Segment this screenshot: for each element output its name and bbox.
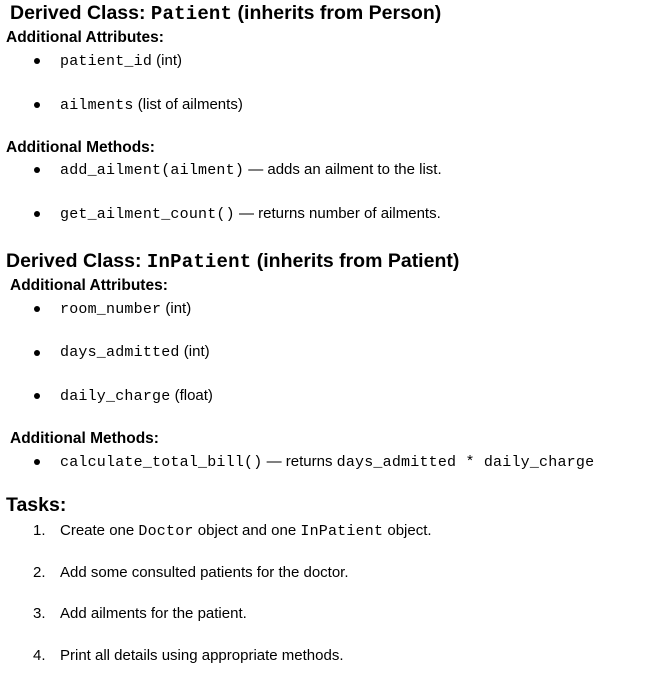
method-code: get_ailment_count()	[60, 206, 235, 223]
bullet-icon	[34, 459, 40, 465]
list-item: patient_id (int)	[60, 52, 182, 70]
method-desc: — adds an ailment to the list.	[244, 161, 442, 178]
attribute-code: patient_id	[60, 53, 153, 70]
task-item: Add ailments for the patient.	[60, 605, 247, 622]
task-code: Doctor	[138, 523, 194, 540]
heading-code: Patient	[150, 3, 233, 25]
bullet-icon	[34, 102, 40, 108]
task-text: Create one	[60, 522, 139, 539]
task-number: 4.	[33, 647, 46, 664]
task-text: object and one	[193, 522, 301, 539]
method-code: add_ailment(ailment)	[60, 162, 245, 179]
patient-attributes-label: Additional Attributes:	[6, 29, 164, 46]
attribute-desc: (float)	[170, 387, 213, 404]
list-item: get_ailment_count() — returns number of …	[60, 205, 441, 223]
inpatient-class-heading: Derived Class: InPatient (inherits from …	[6, 250, 459, 273]
task-text: object.	[383, 522, 432, 539]
heading-suffix: (inherits from Patient)	[251, 250, 460, 272]
bullet-icon	[34, 306, 40, 312]
task-number: 1.	[33, 522, 46, 539]
bullet-icon	[34, 393, 40, 399]
attribute-code: room_number	[60, 301, 162, 318]
list-item: daily_charge (float)	[60, 387, 213, 405]
attribute-code: daily_charge	[60, 388, 171, 405]
method-code: calculate_total_bill()	[60, 454, 263, 471]
inpatient-methods-label: Additional Methods:	[10, 430, 159, 447]
list-item: ailments (list of ailments)	[60, 96, 243, 114]
bullet-icon	[34, 58, 40, 64]
task-number: 3.	[33, 605, 46, 622]
method-desc: — returns	[262, 453, 337, 470]
method-formula: days_admitted * daily_charge	[336, 454, 595, 471]
heading-prefix: Derived Class:	[6, 250, 147, 272]
attribute-desc: (int)	[152, 52, 183, 69]
patient-class-heading: Derived Class: Patient (inherits from Pe…	[10, 2, 441, 25]
attribute-desc: (int)	[179, 343, 210, 360]
heading-code: InPatient	[146, 251, 252, 273]
task-code: InPatient	[300, 523, 384, 540]
heading-suffix: (inherits from Person)	[232, 2, 442, 24]
heading-prefix: Derived Class:	[10, 2, 151, 24]
attribute-code: days_admitted	[60, 344, 180, 361]
bullet-icon	[34, 211, 40, 217]
list-item: room_number (int)	[60, 300, 191, 318]
task-item: Print all details using appropriate meth…	[60, 647, 344, 664]
patient-methods-label: Additional Methods:	[6, 139, 155, 156]
task-number: 2.	[33, 564, 46, 581]
task-item: Create one Doctor object and one InPatie…	[60, 522, 432, 540]
task-item: Add some consulted patients for the doct…	[60, 564, 349, 581]
attribute-desc: (list of ailments)	[133, 96, 243, 113]
inpatient-attributes-label: Additional Attributes:	[10, 277, 168, 294]
tasks-heading: Tasks:	[6, 494, 67, 516]
method-desc: — returns number of ailments.	[234, 205, 441, 222]
bullet-icon	[34, 350, 40, 356]
list-item: add_ailment(ailment) — adds an ailment t…	[60, 161, 442, 179]
attribute-desc: (int)	[161, 300, 192, 317]
bullet-icon	[34, 167, 40, 173]
attribute-code: ailments	[60, 97, 134, 114]
list-item: calculate_total_bill() — returns days_ad…	[60, 453, 594, 471]
list-item: days_admitted (int)	[60, 343, 210, 361]
